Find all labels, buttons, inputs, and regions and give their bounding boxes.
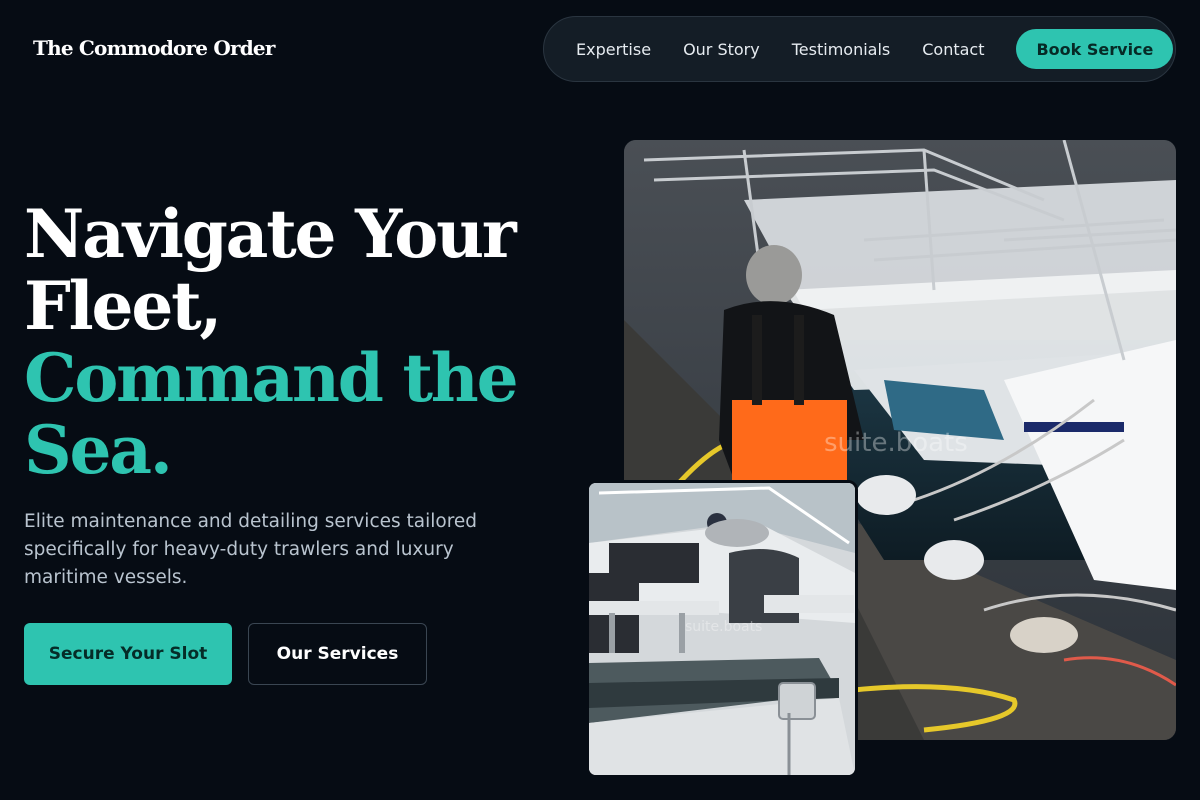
hero-title-line-3: Command the bbox=[24, 339, 519, 417]
hero-subtitle: Elite maintenance and detailing services… bbox=[24, 511, 478, 588]
nav-link-our-story[interactable]: Our Story bbox=[683, 40, 760, 59]
nav-link-contact[interactable]: Contact bbox=[922, 40, 984, 59]
hero-secondary-image: suite.boats bbox=[586, 480, 858, 778]
book-service-button[interactable]: Book Service bbox=[1016, 29, 1174, 69]
brand-logo[interactable]: The Commodore Order bbox=[33, 36, 275, 60]
hero-title: Navigate Your Fleet, Command the Sea. bbox=[24, 198, 584, 486]
image-watermark-small: suite.boats bbox=[685, 619, 763, 635]
hero-title-line-1: Navigate Your bbox=[24, 195, 517, 273]
hero-title-line-4: Sea. bbox=[24, 411, 173, 489]
secure-your-slot-button[interactable]: Secure Your Slot bbox=[24, 623, 232, 685]
image-watermark: suite.boats bbox=[824, 428, 968, 458]
nav-link-testimonials[interactable]: Testimonials bbox=[792, 40, 891, 59]
nav-link-expertise[interactable]: Expertise bbox=[576, 40, 651, 59]
top-navigation: Expertise Our Story Testimonials Contact… bbox=[543, 16, 1176, 82]
our-services-button[interactable]: Our Services bbox=[248, 623, 427, 685]
hero-title-line-2: Fleet, bbox=[24, 267, 222, 345]
